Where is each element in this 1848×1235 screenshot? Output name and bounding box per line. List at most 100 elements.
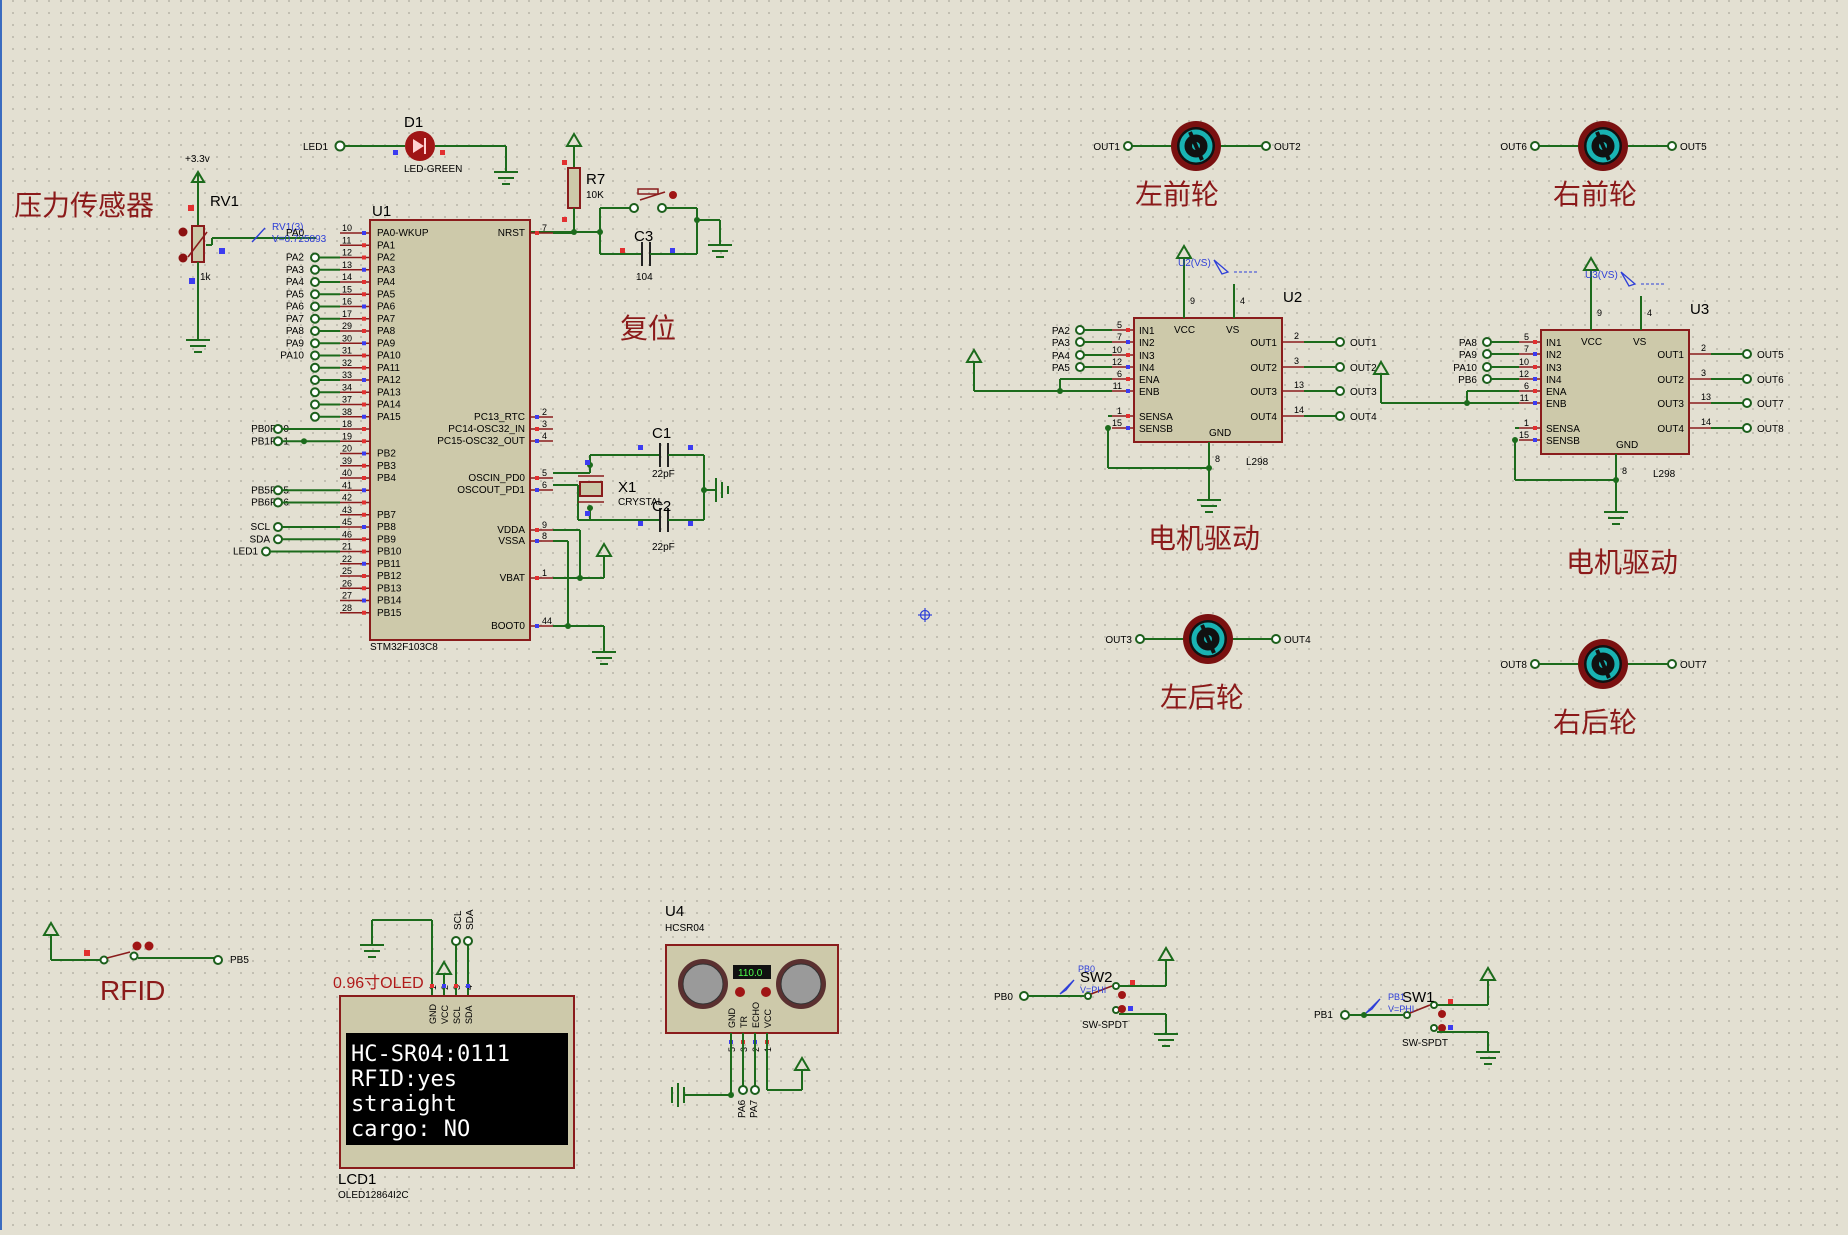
l298-in-terminal[interactable] <box>1482 362 1492 372</box>
l298-out-terminal[interactable] <box>1335 362 1345 372</box>
l298-in-terminal[interactable] <box>1075 350 1085 360</box>
oled-pin-name: SCL <box>452 1006 462 1024</box>
motor-terminal-b[interactable] <box>1667 141 1677 151</box>
l298-in-net: PB6 <box>1458 375 1477 386</box>
u1-net-terminal[interactable] <box>273 522 283 532</box>
u1-net-label: PA8 <box>286 326 305 337</box>
u1-pin-name: PA6 <box>377 302 396 313</box>
l298-pin-name: IN4 <box>1139 363 1155 374</box>
l298-pin-number: 3 <box>1701 368 1706 378</box>
u1-pin-state <box>362 537 366 542</box>
l298-out-terminal[interactable] <box>1742 349 1752 359</box>
motor-terminal-a[interactable] <box>1135 634 1145 644</box>
l298-pin-number: 14 <box>1701 417 1711 427</box>
u1-net-terminal[interactable] <box>310 326 320 336</box>
u1-net-terminal[interactable] <box>310 375 320 385</box>
u1-net-terminal[interactable] <box>261 546 271 557</box>
u1-pin-number: 17 <box>342 309 352 319</box>
u1-net-terminal[interactable] <box>310 399 320 410</box>
x1-ref: X1 <box>618 479 636 496</box>
hcsr-pin-name: TR <box>739 1016 749 1028</box>
u1-net-terminal[interactable] <box>310 362 320 373</box>
motor-net-b: OUT5 <box>1680 142 1707 153</box>
l298-in-net: PA8 <box>1459 338 1478 349</box>
u1-net-terminal[interactable] <box>310 338 320 349</box>
u1-pin-name: PB8 <box>377 522 396 533</box>
u1-net-label: PA2 <box>286 253 305 264</box>
u1-net-terminal[interactable] <box>273 424 283 434</box>
u1-net-terminal[interactable] <box>273 436 283 447</box>
l298-pin-name: ENA <box>1139 375 1160 386</box>
u1-net-label: PA9 <box>286 338 305 349</box>
rv1-supply-label: +3.3v <box>185 154 210 165</box>
schematic-canvas[interactable]: 压力传感器 复位 左前轮 右前轮 电机驱动 电机驱动 左后轮 右后轮 RFID … <box>0 0 1848 1230</box>
u1-pin-name: PC14-OSC32_IN <box>448 424 525 435</box>
l298-in-terminal[interactable] <box>1482 349 1492 359</box>
motor-terminal-b[interactable] <box>1271 634 1281 644</box>
l298-in-terminal[interactable] <box>1075 325 1085 335</box>
l298-in-terminal[interactable] <box>1482 374 1492 384</box>
l298-pin-state <box>1533 389 1537 393</box>
l298-vcc-label: VCC <box>1174 325 1195 336</box>
u1-net-label: PB5 <box>251 485 270 496</box>
motor-terminal-b[interactable] <box>1261 141 1271 151</box>
u1-pin-name: PB12 <box>377 571 402 582</box>
l298-in-terminal[interactable] <box>1075 362 1085 372</box>
u1-pin-name: NRST <box>498 228 525 239</box>
motor-terminal-a[interactable] <box>1123 141 1133 151</box>
u1-net-terminal[interactable] <box>273 534 283 545</box>
l298-out-terminal[interactable] <box>1335 411 1345 421</box>
u1-pin-name: PB9 <box>377 534 396 545</box>
oled-pin-state <box>466 984 470 988</box>
l298-out-terminal[interactable] <box>1742 423 1752 433</box>
u3-part: L298 <box>1653 469 1676 480</box>
l298-in-terminal[interactable] <box>1075 337 1085 347</box>
l298-pin-number: 7 <box>1117 332 1122 342</box>
u1-pin-number: 5 <box>542 468 547 478</box>
l298-out-net: OUT1 <box>1350 338 1377 349</box>
l298-in-terminal[interactable] <box>1482 337 1492 347</box>
u1-net-terminal[interactable] <box>310 277 320 287</box>
l298-pin-state <box>1533 377 1537 381</box>
u1-pin-state <box>362 292 366 297</box>
u1-pin-state <box>362 402 366 407</box>
u1-net-terminal[interactable] <box>310 301 320 312</box>
l298-out-terminal[interactable] <box>1335 386 1345 396</box>
l298-vcc-num: 9 <box>1597 308 1602 318</box>
u1-pin-name: PA0-WKUP <box>377 228 429 239</box>
oled-pin-state <box>454 984 458 988</box>
u1-net-terminal[interactable] <box>273 485 283 496</box>
l298-out-terminal[interactable] <box>1742 398 1752 408</box>
u1-net-terminal[interactable] <box>310 387 320 398</box>
junction-dot <box>1512 437 1518 443</box>
motor-terminal-b[interactable] <box>1667 659 1677 669</box>
motor-terminal-a[interactable] <box>1530 141 1540 151</box>
u1-pin-number: 4 <box>542 431 547 441</box>
l298-pin-name: OUT3 <box>1250 387 1277 398</box>
u2-ref: U2 <box>1283 289 1302 306</box>
u1-pin-name: PB10 <box>377 547 402 558</box>
u1-pin-name: PC13_RTC <box>474 412 525 423</box>
l298-out-net: OUT6 <box>1757 375 1784 386</box>
u1-net-label: LED1 <box>233 547 258 558</box>
u1-net-terminal[interactable] <box>310 411 320 422</box>
u1-pin-number: 14 <box>342 272 352 282</box>
u1-net-terminal[interactable] <box>310 252 320 263</box>
u1-pin-name: PB2 <box>377 449 396 460</box>
l298-out-terminal[interactable] <box>1335 337 1345 347</box>
schematic-sheet[interactable]: 压力传感器 复位 左前轮 右前轮 电机驱动 电机驱动 左后轮 右后轮 RFID … <box>0 0 1848 1230</box>
u1-net-terminal[interactable] <box>310 289 320 300</box>
u1-pin-state <box>362 549 366 554</box>
u1-pin-name: PA7 <box>377 314 396 325</box>
u1-net-terminal[interactable] <box>310 264 320 275</box>
l298-out-terminal[interactable] <box>1742 374 1752 384</box>
l298-pin-number: 11 <box>1113 381 1122 391</box>
l298-pin-number: 15 <box>1112 418 1122 428</box>
l298-pin-number: 2 <box>1701 343 1706 353</box>
motor-terminal-a[interactable] <box>1530 659 1540 669</box>
u1-net-terminal[interactable] <box>310 350 320 361</box>
u1-pin-name: PB14 <box>377 596 402 607</box>
l298-pin-number: 3 <box>1294 356 1299 366</box>
u1-net-terminal[interactable] <box>310 313 320 324</box>
u1-net-terminal[interactable] <box>273 497 283 508</box>
